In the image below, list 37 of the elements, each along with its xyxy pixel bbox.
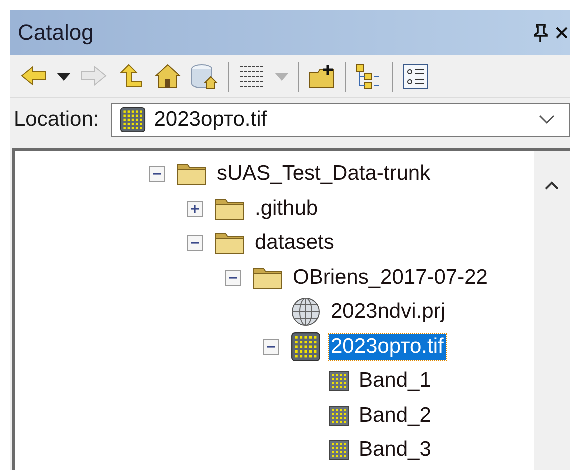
band-grid-icon xyxy=(329,440,349,460)
collapse-button[interactable] xyxy=(263,338,279,355)
tree-item[interactable]: OBriens_2017-07-22 xyxy=(291,264,490,291)
raster-grid-icon xyxy=(120,107,146,133)
close-icon[interactable] xyxy=(556,26,568,40)
pin-icon[interactable] xyxy=(534,24,548,42)
band-grid-icon xyxy=(329,406,349,426)
folder-icon xyxy=(215,196,245,221)
raster-grid-icon xyxy=(291,332,321,362)
tree-item[interactable]: sUAS_Test_Data-trunk xyxy=(215,161,433,188)
scroll-up-icon[interactable] xyxy=(545,181,559,190)
home-icon[interactable] xyxy=(154,63,182,91)
tree-item[interactable]: Band_1 xyxy=(357,368,434,394)
folder-plus-icon[interactable] xyxy=(308,63,336,91)
tree-item[interactable]: Band_3 xyxy=(357,437,434,464)
folder-icon xyxy=(253,266,283,290)
panel-title: Catalog xyxy=(18,20,94,46)
caret-icon[interactable] xyxy=(57,73,71,81)
chevron-down-icon xyxy=(539,115,555,125)
tree-item[interactable]: 2023ndvi.prj xyxy=(329,299,448,326)
folder-icon xyxy=(177,162,207,186)
tree-item[interactable]: datasets xyxy=(253,230,336,256)
list-icon[interactable] xyxy=(402,63,430,91)
location-dropdown[interactable]: 2023орто.tif xyxy=(111,103,570,137)
expand-button[interactable] xyxy=(187,200,203,217)
tree-item[interactable]: Band_2 xyxy=(357,402,434,429)
tree-item[interactable]: .github xyxy=(253,196,320,222)
tree-item[interactable]: 2023орто.tif xyxy=(329,334,446,360)
scrollbar[interactable] xyxy=(534,151,570,470)
collapse-button[interactable] xyxy=(225,270,241,286)
globe-icon xyxy=(291,297,321,328)
collapse-button[interactable] xyxy=(149,166,165,182)
database-home-icon[interactable] xyxy=(191,63,219,91)
collapse-button[interactable] xyxy=(187,235,203,252)
band-grid-icon xyxy=(329,371,349,392)
folder-icon xyxy=(215,231,245,256)
location-label: Location: xyxy=(14,108,100,132)
